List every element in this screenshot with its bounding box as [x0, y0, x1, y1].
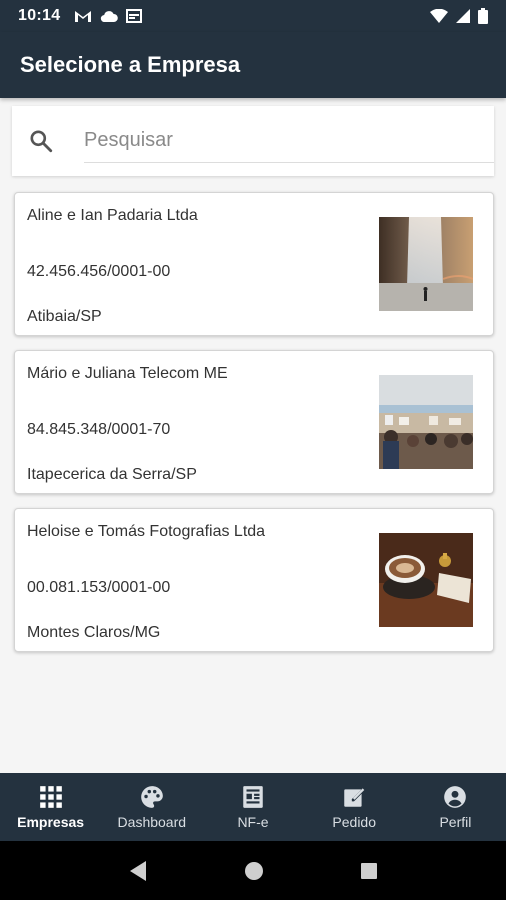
search-icon[interactable]	[28, 128, 54, 154]
company-card[interactable]: Aline e Ian Padaria Ltda 42.456.456/0001…	[14, 192, 494, 336]
account-icon	[444, 786, 467, 808]
crowd-city-photo	[379, 375, 473, 469]
recents-icon[interactable]	[360, 862, 378, 880]
nav-perfil[interactable]: Perfil	[405, 773, 506, 841]
wifi-icon	[430, 9, 448, 23]
document-icon	[243, 786, 263, 808]
company-cnpj: 00.081.153/0001-00	[27, 579, 171, 596]
grid-icon	[39, 786, 62, 808]
company-card[interactable]: Mário e Juliana Telecom ME 84.845.348/00…	[14, 350, 494, 494]
status-time: 10:14	[18, 7, 61, 24]
company-name: Heloise e Tomás Fotografias Ltda	[27, 523, 266, 540]
nav-label: Dashboard	[117, 814, 187, 830]
nav-label: Pedido	[332, 814, 376, 830]
back-icon[interactable]	[128, 860, 148, 882]
company-city: Itapecerica da Serra/SP	[27, 466, 197, 483]
battery-icon	[478, 8, 488, 24]
nav-label: Empresas	[17, 814, 85, 830]
company-card[interactable]: Heloise e Tomás Fotografias Ltda 00.081.…	[14, 508, 494, 652]
search-bar	[12, 106, 494, 176]
calendar-icon	[126, 9, 143, 23]
home-icon[interactable]	[244, 861, 264, 881]
company-cnpj: 42.456.456/0001-00	[27, 263, 171, 280]
company-name: Mário e Juliana Telecom ME	[27, 365, 228, 382]
waterfall-photo	[379, 217, 473, 311]
nav-label: NF-e	[237, 814, 269, 830]
search-input[interactable]	[84, 119, 494, 163]
company-cnpj: 84.845.348/0001-70	[27, 421, 171, 438]
status-bar: 10:14	[0, 0, 506, 32]
page-title: Selecione a Empresa	[20, 52, 241, 77]
bottom-navigation: Empresas Dashboard NF-e Pedido Perfil	[0, 773, 506, 841]
nav-empresas[interactable]: Empresas	[0, 773, 101, 841]
signal-icon	[456, 9, 470, 23]
nav-pedido[interactable]: Pedido	[304, 773, 405, 841]
nav-label: Perfil	[439, 814, 472, 830]
company-name: Aline e Ian Padaria Ltda	[27, 207, 198, 224]
company-city: Montes Claros/MG	[27, 624, 161, 641]
coffee-cup-photo	[379, 533, 473, 627]
company-city: Atibaia/SP	[27, 308, 102, 325]
nav-dashboard[interactable]: Dashboard	[101, 773, 202, 841]
app-bar: Selecione a Empresa	[0, 32, 506, 98]
gmail-icon	[75, 11, 92, 22]
system-navigation-bar	[0, 841, 506, 900]
cloud-icon	[101, 10, 119, 22]
nav-nfe[interactable]: NF-e	[202, 773, 303, 841]
palette-icon	[140, 786, 163, 808]
edit-icon	[344, 788, 365, 807]
